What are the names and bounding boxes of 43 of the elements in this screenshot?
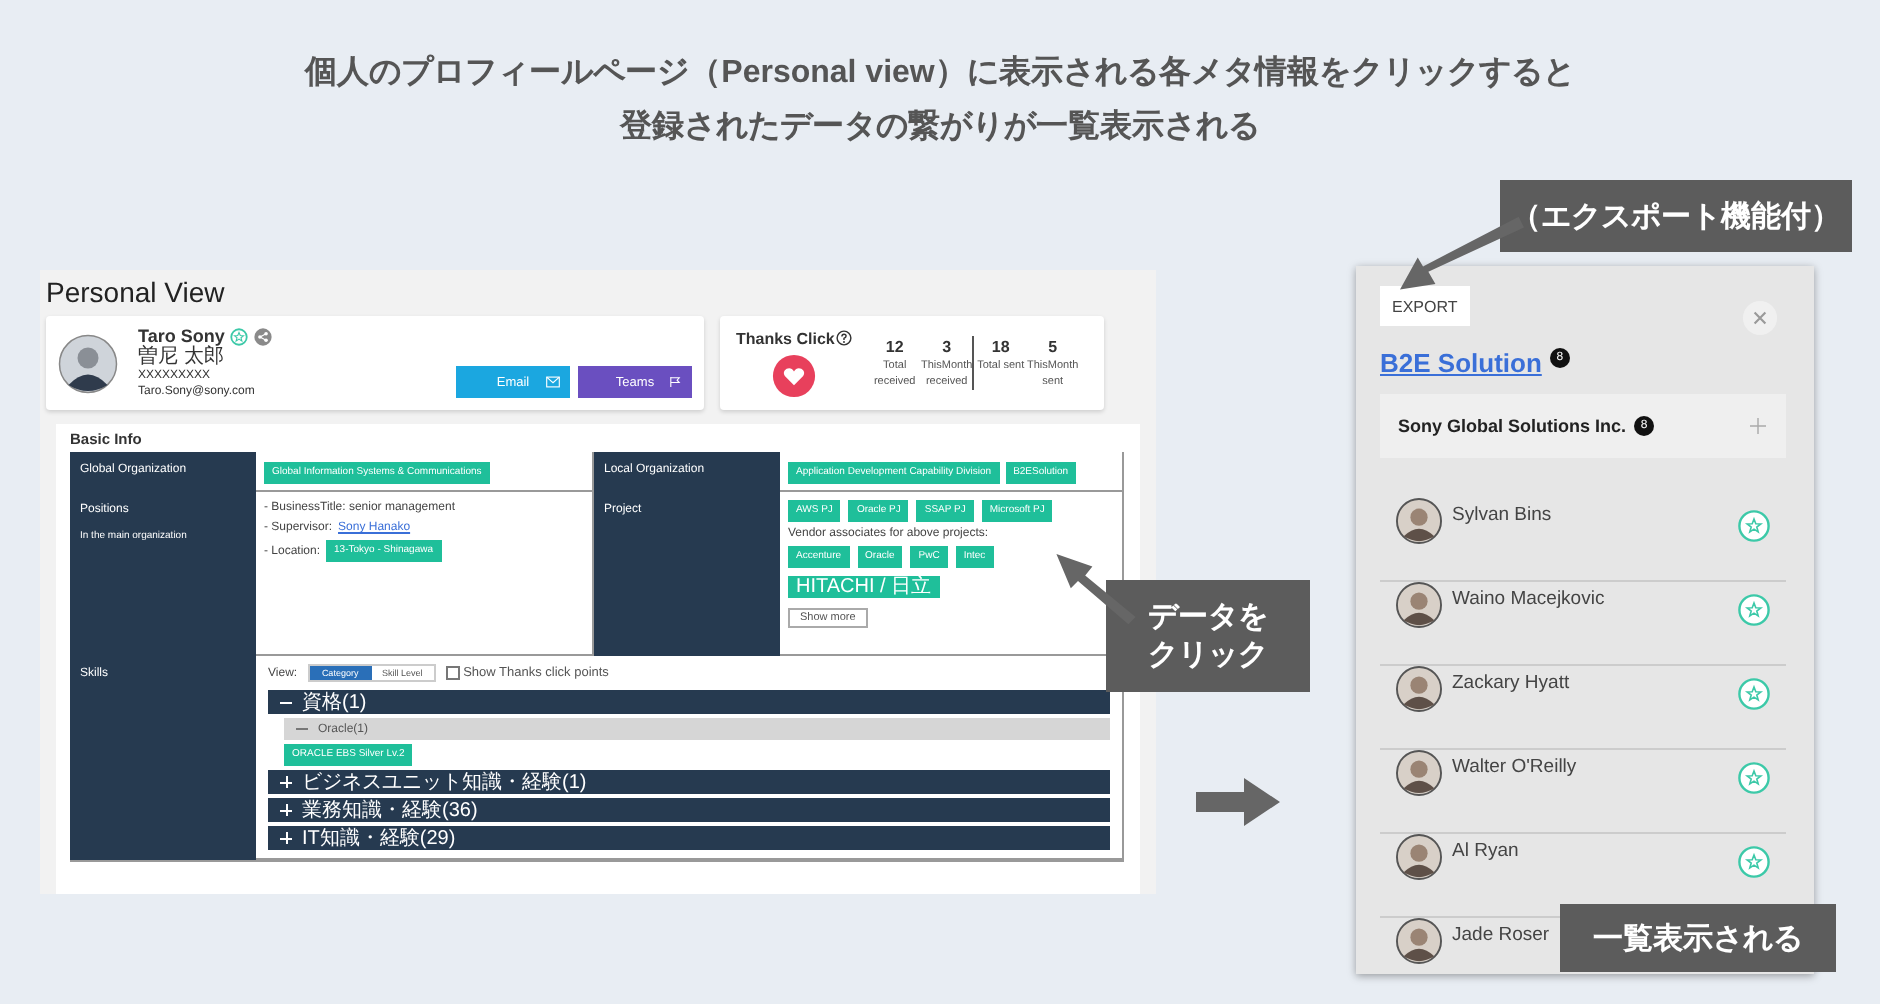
category-row[interactable]: ビジネスユニット知識・経験(1) bbox=[268, 770, 1110, 794]
stat-value: 18 bbox=[991, 336, 1010, 358]
page-title: Personal View bbox=[46, 274, 227, 310]
avatar-icon bbox=[58, 333, 118, 393]
callout-text: データを bbox=[1148, 598, 1268, 636]
flag-icon bbox=[668, 376, 682, 388]
callout-text: 一覧表示される bbox=[1593, 919, 1803, 957]
person-name: Taro Sony bbox=[138, 326, 225, 346]
plus-icon bbox=[1750, 418, 1766, 434]
stat-value: 12 bbox=[885, 336, 904, 358]
person-name[interactable]: Al Ryan bbox=[1452, 840, 1519, 862]
mail-icon bbox=[546, 376, 560, 388]
close-icon[interactable] bbox=[1742, 300, 1778, 336]
stat-value: 3 bbox=[942, 336, 952, 358]
callout-text: （エクスポート機能付） bbox=[1511, 197, 1841, 235]
star-icon[interactable] bbox=[230, 327, 249, 345]
person-name[interactable]: Walter O'Reilly bbox=[1452, 756, 1577, 778]
category-label: 業務知識・経験(36) bbox=[302, 799, 478, 821]
share-icon[interactable] bbox=[254, 327, 273, 345]
callout-text: クリック bbox=[1148, 636, 1268, 674]
export-button[interactable]: EXPORT bbox=[1380, 286, 1470, 326]
headline: 登録されたデータの繋がりが一覧表示される bbox=[620, 110, 1260, 146]
company-name: Sony Global Solutions Inc. bbox=[1398, 416, 1627, 436]
category-row[interactable]: 資格(1) bbox=[268, 690, 1110, 714]
headline: 個人のプロフィールページ（Personal view）に表示される各メタ情報をクリックすると bbox=[305, 56, 1575, 92]
group-title-link[interactable]: B2E Solution bbox=[1380, 348, 1542, 378]
category-row[interactable]: 業務知識・経験(36) bbox=[268, 798, 1110, 822]
person-name[interactable]: Sylvan Bins bbox=[1452, 504, 1552, 526]
avatar-icon bbox=[1396, 498, 1442, 544]
thanks-title: Thanks Click bbox=[736, 329, 835, 347]
person-name[interactable]: Zackary Hyatt bbox=[1452, 672, 1570, 694]
category-label: 資格(1) bbox=[302, 691, 367, 713]
heart-button[interactable] bbox=[772, 353, 817, 397]
category-row[interactable]: IT知識・経験(29) bbox=[268, 826, 1110, 850]
checkbox[interactable] bbox=[445, 666, 460, 680]
person-name[interactable]: Waino Macejkovic bbox=[1452, 588, 1605, 610]
help-icon[interactable] bbox=[836, 330, 853, 346]
right-arrow-icon bbox=[1196, 778, 1280, 826]
category-label: IT知識・経験(29) bbox=[302, 827, 456, 849]
person-name[interactable]: Jade Roser bbox=[1452, 924, 1550, 946]
category-label: ビジネスユニット知識・経験(1) bbox=[302, 771, 587, 793]
person-name-japanese: 曽尼 太郎 bbox=[138, 346, 224, 368]
stat-value: 5 bbox=[1048, 336, 1058, 358]
